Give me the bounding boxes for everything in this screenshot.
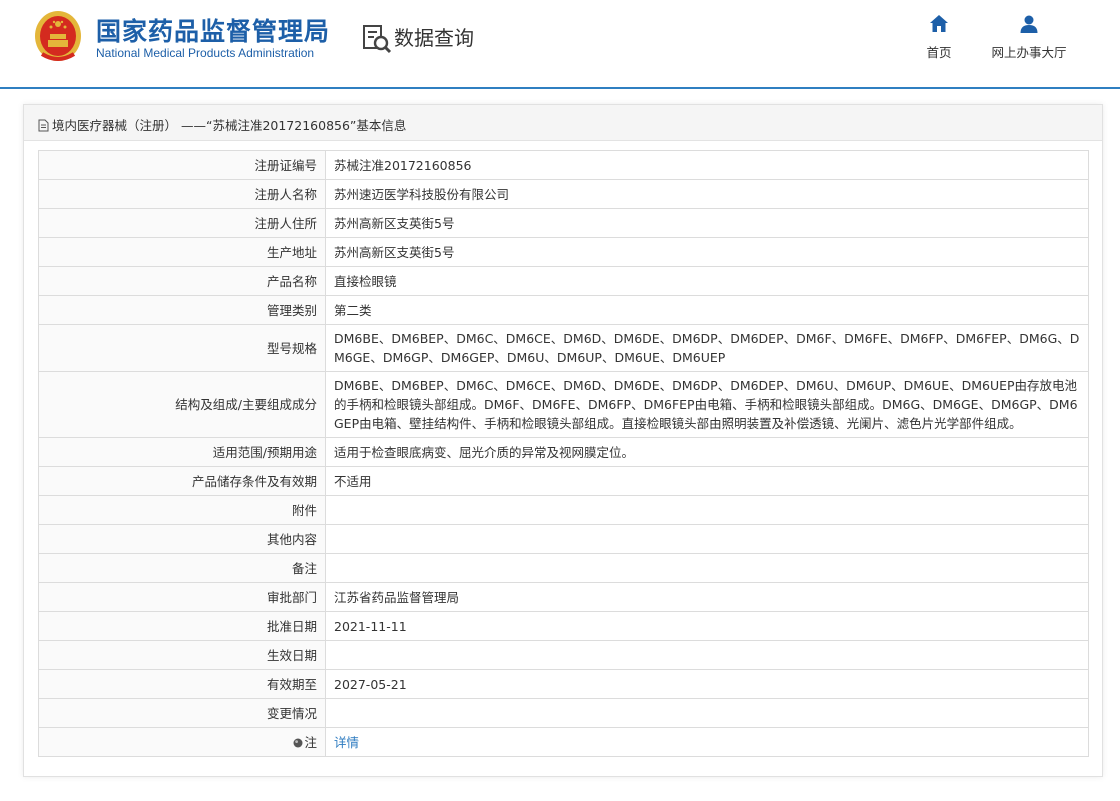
field-value: 2021-11-11: [325, 611, 1089, 641]
field-label: 生效日期: [38, 640, 326, 670]
table-row: 管理类别 第二类: [38, 295, 1089, 325]
details-link[interactable]: 详情: [334, 735, 359, 750]
table-row: 有效期至 2027-05-21: [38, 669, 1089, 699]
field-value: [325, 495, 1089, 525]
data-query-label: 数据查询: [394, 26, 474, 50]
user-icon: [1020, 15, 1038, 33]
field-label: 注册人住所: [38, 208, 326, 238]
field-label: 产品名称: [38, 266, 326, 296]
field-label: 审批部门: [38, 582, 326, 612]
field-value: 2027-05-21: [325, 669, 1089, 699]
table-row: 变更情况: [38, 698, 1089, 728]
nav-online-office-label: 网上办事大厅: [991, 45, 1067, 60]
field-label: 管理类别: [38, 295, 326, 325]
table-row: 产品名称 直接检眼镜: [38, 266, 1089, 296]
table-row: 审批部门 江苏省药品监督管理局: [38, 582, 1089, 612]
agency-name-cn: 国家药品监督管理局: [96, 17, 331, 46]
nav-home[interactable]: 首页: [894, 14, 984, 61]
table-row-note: 注 详情: [38, 727, 1089, 757]
field-value: 苏州速迈医学科技股份有限公司: [325, 179, 1089, 209]
table-row: 结构及组成/主要组成成分 DM6BE、DM6BEP、DM6C、DM6CE、DM6D…: [38, 371, 1089, 438]
table-row: 备注: [38, 553, 1089, 583]
national-emblem-icon: [35, 11, 81, 61]
agency-name-en: National Medical Products Administration: [96, 46, 315, 60]
field-value: [325, 524, 1089, 554]
table-row: 适用范围/预期用途 适用于检查眼底病变、屈光介质的异常及视网膜定位。: [38, 437, 1089, 467]
field-label: 批准日期: [38, 611, 326, 641]
field-label: 有效期至: [38, 669, 326, 699]
field-label: 变更情况: [38, 698, 326, 728]
table-row: 产品储存条件及有效期 不适用: [38, 466, 1089, 496]
field-value: [325, 553, 1089, 583]
field-value: DM6BE、DM6BEP、DM6C、DM6CE、DM6D、DM6DE、DM6DP…: [325, 371, 1089, 438]
table-row: 注册人名称 苏州速迈医学科技股份有限公司: [38, 179, 1089, 209]
field-label: 适用范围/预期用途: [38, 437, 326, 467]
table-row: 其他内容: [38, 524, 1089, 554]
detail-panel: 境内医疗器械（注册） ——“苏械注准20172160856”基本信息 注册证编号…: [23, 104, 1103, 777]
field-label: 生产地址: [38, 237, 326, 267]
nav-home-label: 首页: [926, 45, 952, 60]
field-value: 不适用: [325, 466, 1089, 496]
field-label: 其他内容: [38, 524, 326, 554]
field-value: 直接检眼镜: [325, 266, 1089, 296]
field-label: 注册人名称: [38, 179, 326, 209]
field-value: 江苏省药品监督管理局: [325, 582, 1089, 612]
home-icon: [930, 15, 948, 32]
search-document-icon: [363, 25, 392, 54]
nav-online-office[interactable]: 网上办事大厅: [984, 14, 1074, 61]
field-label: 备注: [38, 553, 326, 583]
note-value-cell: 详情: [325, 727, 1089, 757]
note-label: 注: [304, 734, 317, 750]
field-value: 苏械注准20172160856: [325, 150, 1089, 180]
table-row: 注册证编号 苏械注准20172160856: [38, 150, 1089, 180]
panel-title: 境内医疗器械（注册） ——“苏械注准20172160856”基本信息: [38, 115, 406, 134]
site-header: 国家药品监督管理局 National Medical Products Admi…: [0, 0, 1120, 88]
field-value: DM6BE、DM6BEP、DM6C、DM6CE、DM6D、DM6DE、DM6DP…: [325, 324, 1089, 372]
field-value: [325, 640, 1089, 670]
table-row: 批准日期 2021-11-11: [38, 611, 1089, 641]
table-row: 生产地址 苏州高新区支英街5号: [38, 237, 1089, 267]
panel-header: 境内医疗器械（注册） ——“苏械注准20172160856”基本信息: [24, 105, 1102, 141]
header-divider: [0, 87, 1120, 89]
table-row: 生效日期: [38, 640, 1089, 670]
field-label: 附件: [38, 495, 326, 525]
table-row: 注册人住所 苏州高新区支英街5号: [38, 208, 1089, 238]
field-label: 结构及组成/主要组成成分: [38, 371, 326, 438]
info-table: 注册证编号 苏械注准20172160856 注册人名称 苏州速迈医学科技股份有限公司注…: [38, 150, 1089, 757]
document-icon: [38, 119, 49, 132]
field-label: 型号规格: [38, 324, 326, 372]
note-label-cell: 注: [38, 727, 326, 757]
field-value: [325, 698, 1089, 728]
field-value: 第二类: [325, 295, 1089, 325]
field-value: 苏州高新区支英街5号: [325, 237, 1089, 267]
info-bullet-icon: [293, 738, 303, 747]
field-value: 适用于检查眼底病变、屈光介质的异常及视网膜定位。: [325, 437, 1089, 467]
field-label: 产品储存条件及有效期: [38, 466, 326, 496]
panel-title-text: 境内医疗器械（注册） ——“苏械注准20172160856”基本信息: [52, 118, 407, 133]
field-value: 苏州高新区支英街5号: [325, 208, 1089, 238]
table-row: 附件: [38, 495, 1089, 525]
table-row: 型号规格 DM6BE、DM6BEP、DM6C、DM6CE、DM6D、DM6DE、D…: [38, 324, 1089, 372]
field-label: 注册证编号: [38, 150, 326, 180]
